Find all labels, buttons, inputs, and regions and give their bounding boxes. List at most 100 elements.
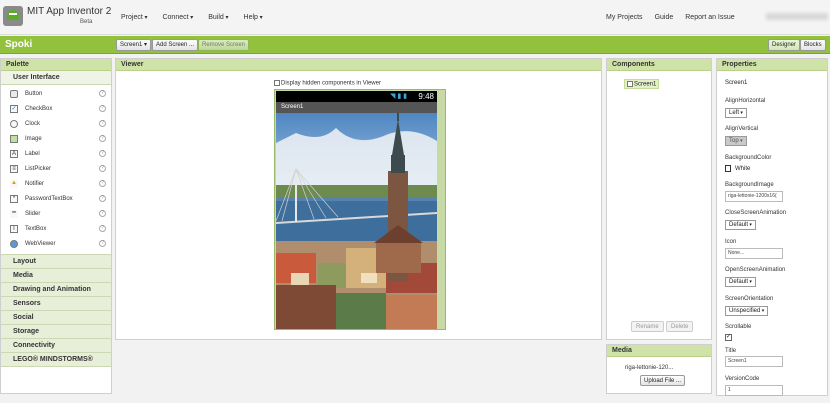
background-image-field[interactable]: riga-lettonie-1200x16(	[725, 191, 783, 202]
screen-icon	[627, 81, 633, 87]
palette-item-image[interactable]: Image?	[1, 132, 111, 147]
my-projects-link[interactable]: My Projects	[606, 14, 643, 21]
palette-group-sensors[interactable]: Sensors	[1, 297, 111, 311]
background-color-label: BackgroundColor	[725, 155, 772, 161]
open-animation-select[interactable]: Default	[725, 277, 756, 287]
slider-icon: ━	[10, 210, 18, 218]
scrollable-checkbox[interactable]: ✓	[725, 334, 732, 341]
palette-group-connectivity[interactable]: Connectivity	[1, 339, 111, 353]
clock-icon	[10, 120, 18, 128]
checkbox-icon	[274, 80, 280, 86]
components-title: Components	[607, 59, 711, 71]
palette-item-passwordtextbox[interactable]: * PasswordTextBox?	[1, 192, 111, 207]
help-icon[interactable]: ?	[99, 210, 106, 217]
listpicker-icon: ≡	[10, 165, 18, 173]
wifi-signal-battery-icon: ◥ ▮ ▮	[390, 93, 407, 100]
properties-title: Properties	[717, 59, 827, 71]
menu-connect[interactable]: Connect	[162, 14, 193, 21]
notifier-icon: ▲	[10, 180, 18, 188]
background-color-value[interactable]: White	[735, 166, 750, 172]
password-icon: *	[10, 195, 18, 203]
project-bar: Spoki Screen1 ▾ Add Screen ... Remove Sc…	[0, 36, 830, 54]
help-icon[interactable]: ?	[99, 180, 106, 187]
app-inventor-logo-icon[interactable]	[3, 6, 23, 26]
screen-select-button[interactable]: Screen1 ▾	[116, 39, 152, 51]
palette-item-textbox[interactable]: I TextBox?	[1, 222, 111, 237]
palette-group-user-interface[interactable]: User Interface	[1, 71, 111, 85]
component-tree-screen1[interactable]: Screen1	[624, 79, 660, 89]
palette-group-drawing[interactable]: Drawing and Animation	[1, 283, 111, 297]
palette-item-webviewer[interactable]: WebViewer?	[1, 237, 111, 252]
image-icon	[10, 135, 18, 143]
button-icon	[10, 90, 18, 98]
color-swatch-icon[interactable]	[725, 165, 731, 172]
title-field[interactable]: Screen1	[725, 356, 783, 367]
textbox-icon: I	[10, 225, 18, 233]
screen-orientation-select[interactable]: Unspecified	[725, 306, 769, 316]
media-panel: Media riga-lettonie-120... Upload File .…	[606, 344, 712, 394]
help-icon[interactable]: ?	[99, 150, 106, 157]
help-icon[interactable]: ?	[99, 135, 106, 142]
rename-button[interactable]: Rename	[631, 321, 664, 332]
viewer-title: Viewer	[116, 59, 601, 71]
help-icon[interactable]: ?	[99, 240, 106, 247]
help-icon[interactable]: ?	[99, 195, 106, 202]
align-horizontal-select[interactable]: Left	[725, 108, 747, 118]
blurred-account[interactable]	[766, 13, 828, 20]
menu-project[interactable]: Project	[121, 14, 147, 21]
report-issue-link[interactable]: Report an Issue	[685, 14, 734, 21]
close-animation-select[interactable]: Default	[725, 220, 756, 230]
components-panel: Components Screen1 Rename Delete	[606, 58, 712, 340]
palette-item-checkbox[interactable]: ✓ CheckBox?	[1, 102, 111, 117]
properties-panel: Properties Screen1 AlignHorizontal Left …	[716, 58, 828, 396]
display-hidden-checkbox[interactable]: Display hidden components in Viewer	[274, 80, 381, 87]
media-title: Media	[607, 345, 711, 357]
label-icon: A	[10, 150, 18, 158]
delete-button[interactable]: Delete	[666, 321, 694, 332]
menu-help[interactable]: Help	[244, 14, 263, 21]
blocks-button[interactable]: Blocks	[800, 39, 826, 51]
app-title: MIT App Inventor 2	[27, 6, 112, 17]
phone-status-bar: ◥ ▮ ▮ 9:48	[276, 91, 437, 102]
viewer-panel: Viewer Display hidden components in View…	[115, 58, 602, 340]
help-icon[interactable]: ?	[99, 90, 106, 97]
guide-link[interactable]: Guide	[655, 14, 674, 21]
icon-label: Icon	[725, 239, 737, 245]
palette-group-layout[interactable]: Layout	[1, 255, 111, 269]
palette-item-slider[interactable]: ━ Slider?	[1, 207, 111, 222]
palette-group-social[interactable]: Social	[1, 311, 111, 325]
help-icon[interactable]: ?	[99, 165, 106, 172]
help-icon[interactable]: ?	[99, 120, 106, 127]
webviewer-icon	[10, 240, 18, 248]
palette-item-notifier[interactable]: ▲ Notifier?	[1, 177, 111, 192]
top-bar: MIT App Inventor 2 Beta Project Connect …	[0, 0, 830, 35]
align-vertical-select[interactable]: Top	[725, 136, 747, 146]
screen-orientation-label: ScreenOrientation	[725, 296, 774, 302]
designer-button[interactable]: Designer	[768, 39, 801, 51]
upload-file-button[interactable]: Upload File ...	[640, 375, 686, 386]
open-animation-label: OpenScreenAnimation	[725, 267, 786, 273]
scrollable-label: Scrollable	[725, 324, 752, 330]
media-file-item[interactable]: riga-lettonie-120...	[625, 365, 673, 371]
palette-group-media[interactable]: Media	[1, 269, 111, 283]
top-links: My Projects Guide Report an Issue	[606, 14, 747, 21]
status-time: 9:48	[418, 92, 434, 101]
add-screen-button[interactable]: Add Screen ...	[152, 39, 199, 51]
background-image-label: BackgroundImage	[725, 182, 774, 188]
menu-build[interactable]: Build	[208, 14, 228, 21]
remove-screen-button[interactable]: Remove Screen	[198, 39, 250, 51]
palette-item-clock[interactable]: Clock?	[1, 117, 111, 132]
version-code-field[interactable]: 1	[725, 385, 783, 396]
palette-items: Button? ✓ CheckBox? Clock? Image? A Label?…	[1, 85, 111, 255]
icon-field[interactable]: None...	[725, 248, 783, 259]
palette-group-storage[interactable]: Storage	[1, 325, 111, 339]
palette-panel: Palette User Interface Button? ✓ CheckBox…	[0, 58, 112, 394]
palette-group-lego[interactable]: LEGO® MINDSTORMS®	[1, 353, 111, 367]
help-icon[interactable]: ?	[99, 105, 106, 112]
help-icon[interactable]: ?	[99, 225, 106, 232]
title-label: Title	[725, 348, 737, 354]
palette-item-button[interactable]: Button?	[1, 87, 111, 102]
palette-item-listpicker[interactable]: ≡ ListPicker?	[1, 162, 111, 177]
properties-screen-name: Screen1	[725, 80, 748, 86]
palette-item-label[interactable]: A Label?	[1, 147, 111, 162]
